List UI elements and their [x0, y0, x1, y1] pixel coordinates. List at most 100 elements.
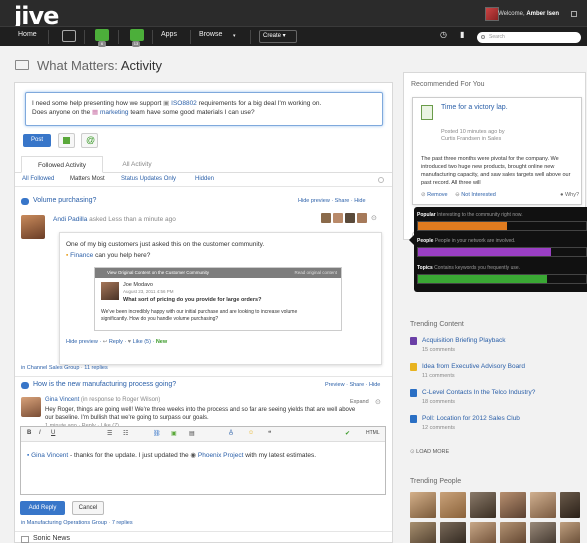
- item2-place[interactable]: in Manufacturing Operations Group: [21, 520, 107, 526]
- nav-home[interactable]: Home: [18, 31, 37, 38]
- hide-preview-link[interactable]: Hide preview: [66, 339, 98, 345]
- trending-item-title[interactable]: C-Level Contacts In the Telco Industry?: [422, 389, 535, 396]
- emoticon-icon[interactable]: ☺: [248, 430, 254, 436]
- avatar[interactable]: [21, 215, 45, 239]
- embedded-read-link[interactable]: Read original content: [294, 268, 337, 278]
- text-style-icon[interactable]: A̲: [229, 430, 233, 436]
- remove-link[interactable]: Remove: [427, 192, 447, 198]
- gear-icon[interactable]: [378, 177, 384, 183]
- item2-actions[interactable]: Preview · Share · Hide: [325, 382, 380, 388]
- recommended-card-title[interactable]: Time for a victory lap.: [441, 104, 508, 111]
- load-more-button[interactable]: ⊙ LOAD MORE: [410, 449, 449, 455]
- search-input[interactable]: Search: [477, 32, 581, 43]
- person-avatar[interactable]: [440, 492, 466, 518]
- person-avatar[interactable]: [470, 522, 496, 543]
- participant-avatar[interactable]: [321, 213, 331, 223]
- bold-icon[interactable]: B: [27, 430, 31, 436]
- person-avatar[interactable]: [440, 522, 466, 543]
- nav-apps[interactable]: Apps: [161, 31, 177, 38]
- person-avatar[interactable]: [530, 492, 556, 518]
- why-link[interactable]: ● Why?: [560, 192, 579, 198]
- trending-item-title[interactable]: Poll: Location for 2012 Sales Club: [422, 415, 520, 422]
- participant-avatar[interactable]: [345, 213, 355, 223]
- item2-title[interactable]: How is the new manufacturing process goi…: [33, 381, 176, 388]
- recommended-card[interactable]: Time for a victory lap. Posted 10 minute…: [412, 97, 582, 205]
- person-avatar[interactable]: [500, 522, 526, 543]
- user-avatar[interactable]: [485, 7, 499, 21]
- history-icon[interactable]: ◷: [440, 30, 447, 39]
- menu-icon[interactable]: [571, 11, 577, 17]
- chevron-down-icon[interactable]: ⊙: [371, 214, 377, 222]
- person-avatar[interactable]: [560, 492, 580, 518]
- filter-matters-most[interactable]: Matters Most: [70, 176, 105, 182]
- nav-divider: [250, 30, 251, 44]
- html-icon[interactable]: HTML: [366, 430, 380, 436]
- item1-replies[interactable]: 11 replies: [84, 365, 107, 371]
- mention-button[interactable]: @: [81, 133, 98, 148]
- people-bar: [417, 247, 587, 257]
- person-avatar[interactable]: [410, 522, 436, 543]
- embedded-author: Joe Modavo: [123, 282, 153, 288]
- nav-browse[interactable]: Browse: [199, 31, 222, 38]
- filter-status-updates[interactable]: Status Updates Only: [121, 176, 176, 182]
- bookmark-icon[interactable]: ▮: [460, 30, 464, 39]
- video-icon[interactable]: ▤: [189, 430, 195, 437]
- filter-hidden[interactable]: Hidden: [195, 176, 214, 182]
- participant-avatar[interactable]: [357, 213, 367, 223]
- reply-text[interactable]: ▪ Gina Vincent - thanks for the update. …: [27, 451, 316, 459]
- underline-icon[interactable]: U: [51, 430, 55, 436]
- composer-link-iso[interactable]: ISO8802: [171, 100, 197, 107]
- item1-place-link[interactable]: Finance: [70, 252, 93, 259]
- item1-author[interactable]: Andi Padilla: [53, 216, 87, 223]
- tab-followed-activity[interactable]: Followed Activity: [21, 156, 103, 173]
- composer-link-marketing[interactable]: marketing: [100, 109, 129, 116]
- cancel-button[interactable]: Cancel: [72, 501, 104, 515]
- link-icon[interactable]: ⛓: [153, 430, 161, 437]
- person-avatar[interactable]: [470, 492, 496, 518]
- user-name-link[interactable]: Amber Isen: [526, 11, 559, 17]
- participant-avatar[interactable]: [333, 213, 343, 223]
- reply-link[interactable]: Reply: [109, 339, 123, 345]
- reply-mention[interactable]: Gina Vincent: [31, 452, 68, 459]
- activity-icon[interactable]: [62, 30, 76, 42]
- filter-all-followed[interactable]: All Followed: [22, 176, 54, 182]
- reply-editor[interactable]: B I U ☰ ☷ ⛓ ▣ ▤ A̲ ☺ ❝ ✔ HTML ▪ Gina Vin…: [20, 426, 386, 495]
- bullet-list-icon[interactable]: ☰: [107, 430, 112, 437]
- embedded-header[interactable]: View Original Content on the Customer Co…: [95, 268, 341, 278]
- inbox-icon[interactable]: [95, 29, 109, 41]
- chevron-down-icon[interactable]: ⊙: [375, 398, 381, 406]
- tasks-icon[interactable]: [130, 29, 144, 41]
- item2-replies[interactable]: 7 replies: [112, 520, 133, 526]
- spellcheck-icon[interactable]: ✔: [345, 430, 350, 437]
- create-button[interactable]: Create ▾: [259, 30, 297, 43]
- trending-item-title[interactable]: Idea from Executive Advisory Board: [422, 363, 525, 370]
- expand-link[interactable]: Expand: [350, 399, 369, 405]
- add-reply-button[interactable]: Add Reply: [20, 501, 65, 515]
- person-avatar[interactable]: [530, 522, 556, 543]
- like-link[interactable]: Like (5): [133, 339, 151, 345]
- popular-bar: [417, 221, 587, 231]
- tab-all-activity[interactable]: All Activity: [107, 156, 167, 173]
- not-interested-link[interactable]: Not Interested: [461, 192, 496, 198]
- post-button[interactable]: Post: [23, 134, 51, 147]
- item1-place[interactable]: in Channel Sales Group: [21, 365, 79, 371]
- status-composer[interactable]: I need some help presenting how we suppo…: [25, 92, 383, 126]
- tooltip-label: Topics: [417, 265, 433, 271]
- reply-project-link[interactable]: Phoenix Project: [198, 452, 244, 459]
- item2-author[interactable]: Gina Vincent: [45, 397, 79, 403]
- item2-body-line: our baseline. I'm bullish that we're goi…: [45, 415, 209, 421]
- item1-title[interactable]: Volume purchasing?: [33, 197, 96, 204]
- numbered-list-icon[interactable]: ☷: [123, 430, 128, 437]
- italic-icon[interactable]: I: [39, 430, 41, 436]
- top-header: jive Welcome, Amber Isen Home 6 13 Apps …: [0, 0, 587, 47]
- item1-actions[interactable]: Hide preview · Share · Hide: [298, 198, 366, 204]
- trending-item-title[interactable]: Acquisition Briefing Playback: [422, 337, 505, 344]
- avatar[interactable]: [21, 397, 41, 417]
- image-icon[interactable]: ▣: [171, 430, 177, 437]
- person-avatar[interactable]: [410, 492, 436, 518]
- person-avatar[interactable]: [560, 522, 580, 543]
- item3-title[interactable]: Sonic News: [33, 535, 70, 542]
- quote-icon[interactable]: ❝: [268, 430, 271, 437]
- attach-image-button[interactable]: [58, 133, 75, 148]
- person-avatar[interactable]: [500, 492, 526, 518]
